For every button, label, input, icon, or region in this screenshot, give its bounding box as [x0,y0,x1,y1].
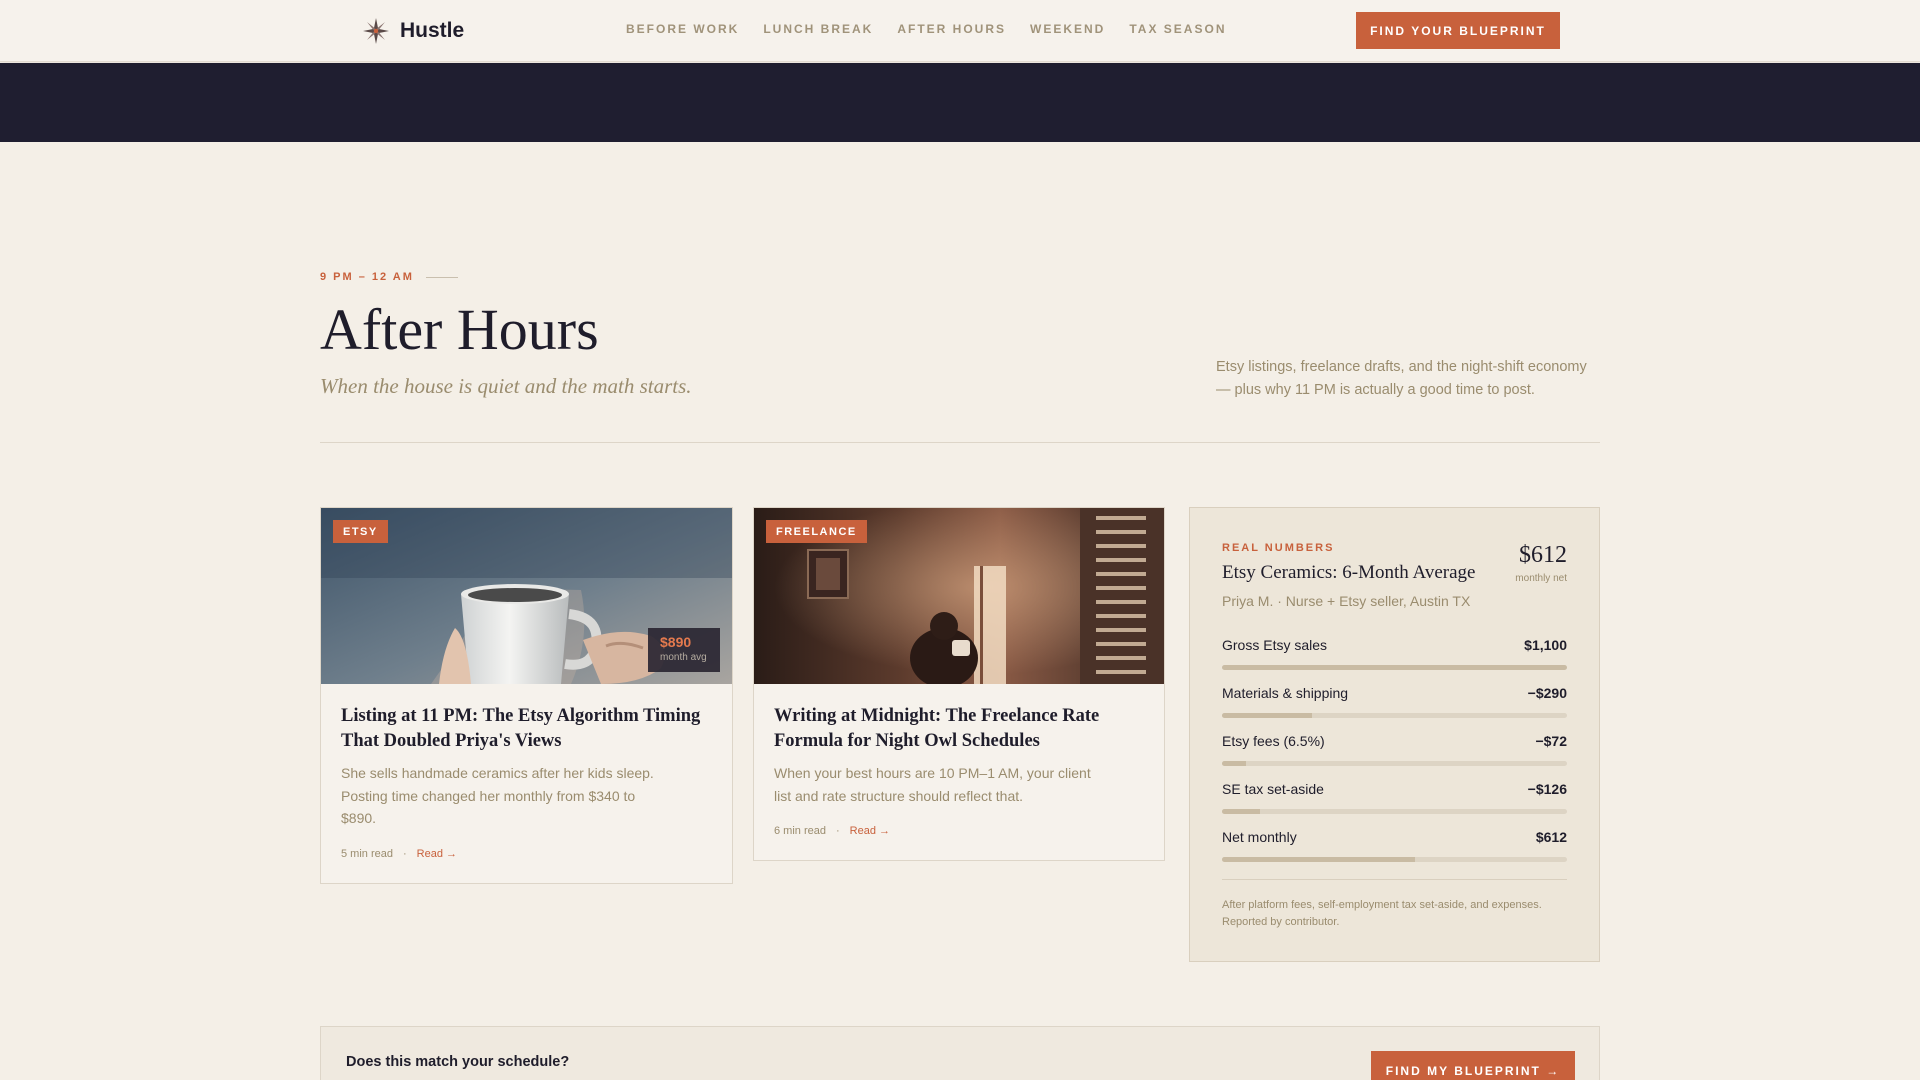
section-description: Etsy listings, freelance drafts, and the… [1216,359,1587,398]
breakdown-row-tax: SE tax set-aside −$126 [1222,781,1567,815]
article-card-freelance[interactable]: FREELANCE Writing at Midnight: The Freel… [753,507,1165,861]
logo[interactable]: Hustle [362,16,464,46]
breakdown-value: −$126 [1527,781,1567,797]
panel-separator [1222,879,1567,880]
nav-link-before-work[interactable]: BEFORE WORK [626,22,739,36]
breakdown-bar-fill [1222,809,1260,814]
nav-link-weekend[interactable]: WEEKEND [1030,22,1105,36]
real-numbers-note: After platform fees, self-employment tax… [1222,899,1542,928]
meta-dot: · [402,848,407,860]
card-excerpt: When your best hours are 10 PM–1 AM, you… [774,765,1091,804]
stat-label: month avg [660,652,707,663]
card-title[interactable]: Listing at 11 PM: The Etsy Algorithm Tim… [341,704,711,754]
breakdown-value: $612 [1535,829,1567,845]
card-title[interactable]: Writing at Midnight: The Freelance Rate … [774,704,1144,754]
schedule-cta: Does this match your schedule? FIND MY B… [320,1026,1600,1080]
nav-links: BEFORE WORK LUNCH BREAK AFTER HOURS WEEK… [626,22,1226,36]
monthly-net-total: $612 monthly net [1515,542,1567,584]
meta-dot: · [835,825,840,837]
breakdown-bar-fill [1222,713,1312,718]
breakdown-row-gross: Gross Etsy sales $1,100 [1222,637,1567,671]
breakdown-label: Etsy fees (6.5%) [1222,733,1325,749]
breakdown-label: SE tax set-aside [1222,781,1324,797]
section-eyebrow-text: 9 PM – 12 AM [320,271,414,283]
breakdown-bar-fill [1222,857,1416,862]
real-numbers-title: Etsy Ceramics: 6-Month Average [1222,562,1476,583]
breakdown-bar [1222,713,1567,718]
find-your-blueprint-button[interactable]: FIND YOUR BLUEPRINT [1356,12,1560,49]
breakdown-row-net: Net monthly $612 [1222,829,1567,863]
nav-link-lunch-break[interactable]: LUNCH BREAK [763,22,873,36]
breakdown-value: −$290 [1527,685,1567,701]
card-image-window: FREELANCE [754,508,1164,684]
nav-link-after-hours[interactable]: AFTER HOURS [897,22,1006,36]
breakdown-row-materials: Materials & shipping −$290 [1222,685,1567,719]
real-numbers-panel: REAL NUMBERS Etsy Ceramics: 6-Month Aver… [1189,507,1600,962]
article-card-etsy[interactable]: ETSY $890 month avg Listing at 11 PM: Th… [320,507,733,884]
card-excerpt: She sells handmade ceramics after her ki… [341,765,654,826]
card-image-mug: ETSY $890 month avg [321,508,732,684]
monthly-net-label: monthly net [1515,573,1567,584]
breakdown-row-fees: Etsy fees (6.5%) −$72 [1222,733,1567,767]
breakdown-bar-fill [1222,665,1567,670]
breakdown-label: Materials & shipping [1222,685,1349,701]
section-eyebrow: 9 PM – 12 AM [320,271,458,283]
breakdown-label: Gross Etsy sales [1222,637,1328,653]
logo-text: Hustle [400,19,465,42]
real-numbers-eyebrow: REAL NUMBERS [1222,542,1335,554]
compass-star-icon [363,18,389,44]
section-title: After Hours [320,297,599,362]
breakdown-bar [1222,761,1567,766]
breakdown-bar [1222,809,1567,814]
read-link[interactable]: Read → [850,825,890,837]
top-nav: Hustle BEFORE WORK LUNCH BREAK AFTER HOU… [0,0,1920,62]
card-tag: ETSY [333,520,388,543]
breakdown-bar [1222,665,1567,670]
read-time: 6 min read [774,825,826,837]
card-meta: 6 min read · Read → [774,825,890,837]
real-numbers-contributor: Priya M. · Nurse + Etsy seller, Austin T… [1222,593,1471,609]
stat-value: $890 [660,634,692,650]
breakdown-bar-fill [1222,761,1247,766]
read-link[interactable]: Read → [417,848,457,860]
card-tag: FREELANCE [766,520,867,543]
card-meta: 5 min read · Read → [341,848,457,860]
nav-link-tax-season[interactable]: TAX SEASON [1129,22,1226,36]
eyebrow-line [425,276,458,278]
breakdown-value: −$72 [1535,733,1567,749]
stat-badge: $890 month avg [648,628,720,672]
cta-question: Does this match your schedule? [346,1054,570,1070]
section-divider [320,442,1600,443]
find-my-blueprint-button[interactable]: FIND MY BLUEPRINT → [1371,1051,1575,1080]
read-time: 5 min read [341,848,393,860]
breakdown-label: Net monthly [1222,829,1297,845]
section-subtitle: When the house is quiet and the math sta… [320,374,692,398]
breakdown-value: $1,100 [1524,637,1567,653]
breakdown-bar [1222,857,1567,862]
hero-band [0,63,1920,142]
monthly-net-value: $612 [1519,542,1567,568]
